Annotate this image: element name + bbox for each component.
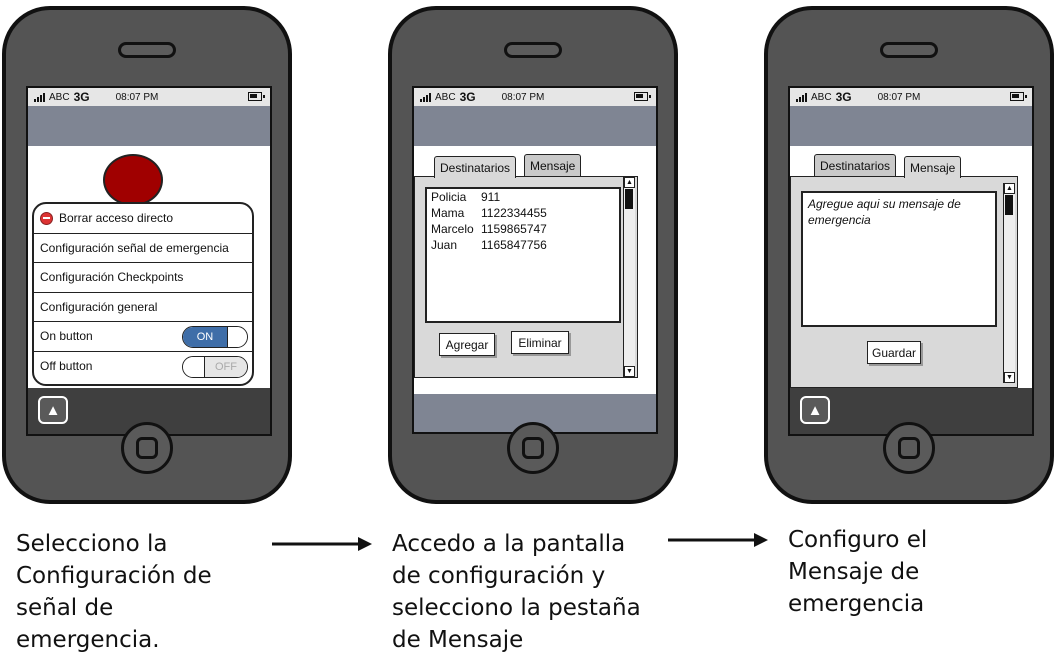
delete-icon (40, 211, 53, 225)
eject-icon[interactable]: ▲ (38, 396, 68, 424)
tab-panel: Policia 911 Mama 1122334455 Marcelo 1159865… (414, 176, 638, 378)
home-button[interactable] (121, 422, 173, 474)
screen-1: ABC 3G 08:07 PM Borrar acceso directo Co… (26, 86, 272, 436)
caption-line: de Mensaje (392, 627, 524, 653)
caption-step-1: Selecciono la Configuración de señal de … (16, 528, 212, 656)
battery-icon (634, 92, 651, 101)
screen-3: ABC 3G 08:07 PM Destinatarios Mensaje Ag… (788, 86, 1034, 436)
add-button[interactable]: Agregar (439, 333, 495, 356)
caption-line: Configuración de (16, 563, 212, 589)
network-label: 3G (73, 90, 90, 104)
menu-item-label: Configuración Checkpoints (40, 270, 184, 285)
title-bar (28, 106, 270, 146)
title-bar (414, 106, 656, 146)
caption-line: Selecciono la (16, 531, 168, 557)
caption-line: señal de (16, 595, 114, 621)
signal-icon (796, 92, 807, 102)
save-button[interactable]: Guardar (867, 341, 921, 364)
caption-line: Mensaje de (788, 559, 920, 585)
speaker (118, 42, 176, 58)
home-button[interactable] (883, 422, 935, 474)
status-bar: ABC 3G 08:07 PM (790, 88, 1032, 106)
off-toggle[interactable]: OFF (182, 355, 248, 378)
scrollbar[interactable]: ▲ ▼ (1003, 183, 1015, 383)
home-icon (522, 437, 544, 459)
speaker (504, 42, 562, 58)
carrier-label: ABC (49, 91, 70, 103)
arrow-right-icon (272, 537, 372, 551)
toggle-knob (227, 327, 247, 347)
home-button[interactable] (507, 422, 559, 474)
menu-item-config-checkpoints[interactable]: Configuración Checkpoints (34, 263, 252, 293)
caption-line: selecciono la pestaña (392, 595, 641, 621)
toggle-on-label: ON (183, 327, 227, 347)
network-label: 3G (459, 90, 476, 104)
list-item[interactable]: Marcelo 1159865747 (427, 221, 619, 237)
menu-item-label: Borrar acceso directo (59, 211, 174, 226)
battery-icon (1010, 92, 1027, 101)
carrier-label: ABC (435, 91, 456, 103)
menu-item-label: Off button (40, 359, 93, 374)
on-toggle[interactable]: ON (182, 326, 248, 348)
signal-icon (420, 92, 431, 102)
menu-item-label: On button (40, 329, 93, 344)
menu-item-off-button: Off button OFF (34, 352, 252, 382)
menu-item-borrar-acceso[interactable]: Borrar acceso directo (34, 204, 252, 234)
eject-icon[interactable]: ▲ (800, 396, 830, 424)
scroll-up-icon[interactable]: ▲ (1004, 183, 1015, 194)
status-bar: ABC 3G 08:07 PM (28, 88, 270, 106)
tab-destinatarios[interactable]: Destinatarios (814, 154, 897, 176)
clock: 08:07 PM (115, 91, 159, 103)
clock: 08:07 PM (501, 91, 545, 103)
menu-item-on-button: On button ON (34, 322, 252, 352)
caption-line: emergencia. (16, 627, 160, 653)
scroll-thumb[interactable] (1005, 195, 1013, 215)
scroll-down-icon[interactable]: ▼ (624, 366, 635, 377)
signal-icon (34, 92, 45, 102)
phone-mockup-3: ABC 3G 08:07 PM Destinatarios Mensaje Ag… (764, 6, 1054, 504)
menu-item-config-general[interactable]: Configuración general (34, 293, 252, 322)
delete-button[interactable]: Eliminar (511, 331, 569, 354)
scrollbar[interactable]: ▲ ▼ (623, 177, 635, 377)
recipients-list[interactable]: Policia 911 Mama 1122334455 Marcelo 1159865… (425, 187, 621, 323)
tab-panel: Agregue aqui su mensaje de emergencia Gu… (790, 176, 1018, 388)
context-menu: Borrar acceso directo Configuración seña… (32, 202, 254, 386)
scroll-down-icon[interactable]: ▼ (1004, 372, 1015, 383)
speaker (880, 42, 938, 58)
caption-step-3: Configuro el Mensaje de emergencia (788, 524, 927, 620)
list-item[interactable]: Mama 1122334455 (427, 205, 619, 221)
tab-mensaje[interactable]: Mensaje (524, 154, 582, 176)
caption-line: de configuración y (392, 563, 606, 589)
message-textarea[interactable]: Agregue aqui su mensaje de emergencia (801, 191, 997, 327)
caption-line: Accedo a la pantalla (392, 531, 626, 557)
title-bar (790, 106, 1032, 146)
scroll-thumb[interactable] (625, 189, 633, 209)
caption-line: emergencia (788, 591, 925, 617)
toggle-off-label: OFF (205, 356, 247, 377)
home-icon (898, 437, 920, 459)
caption-line: Configuro el (788, 527, 928, 553)
menu-item-label: Configuración señal de emergencia (40, 240, 229, 255)
network-label: 3G (835, 90, 852, 104)
phone-mockup-1: ABC 3G 08:07 PM Borrar acceso directo Co… (2, 6, 292, 504)
tab-destinatarios[interactable]: Destinatarios (434, 156, 517, 178)
scroll-up-icon[interactable]: ▲ (624, 177, 635, 188)
screen-2: ABC 3G 08:07 PM Destinatarios Mensaje Po… (412, 86, 658, 434)
menu-item-label: Configuración general (40, 299, 158, 314)
clock: 08:07 PM (877, 91, 921, 103)
list-item[interactable]: Juan 1165847756 (427, 237, 619, 253)
caption-step-2: Accedo a la pantalla de configuración y … (392, 528, 641, 656)
arrow-right-icon (668, 533, 768, 547)
toggle-knob (183, 356, 205, 377)
home-icon (136, 437, 158, 459)
battery-icon (248, 92, 265, 101)
menu-item-config-senal[interactable]: Configuración señal de emergencia (34, 234, 252, 263)
status-bar: ABC 3G 08:07 PM (414, 88, 656, 106)
phone-mockup-2: ABC 3G 08:07 PM Destinatarios Mensaje Po… (388, 6, 678, 504)
list-item[interactable]: Policia 911 (427, 189, 619, 205)
carrier-label: ABC (811, 91, 832, 103)
tab-mensaje[interactable]: Mensaje (904, 156, 962, 178)
emergency-button[interactable] (103, 154, 163, 206)
